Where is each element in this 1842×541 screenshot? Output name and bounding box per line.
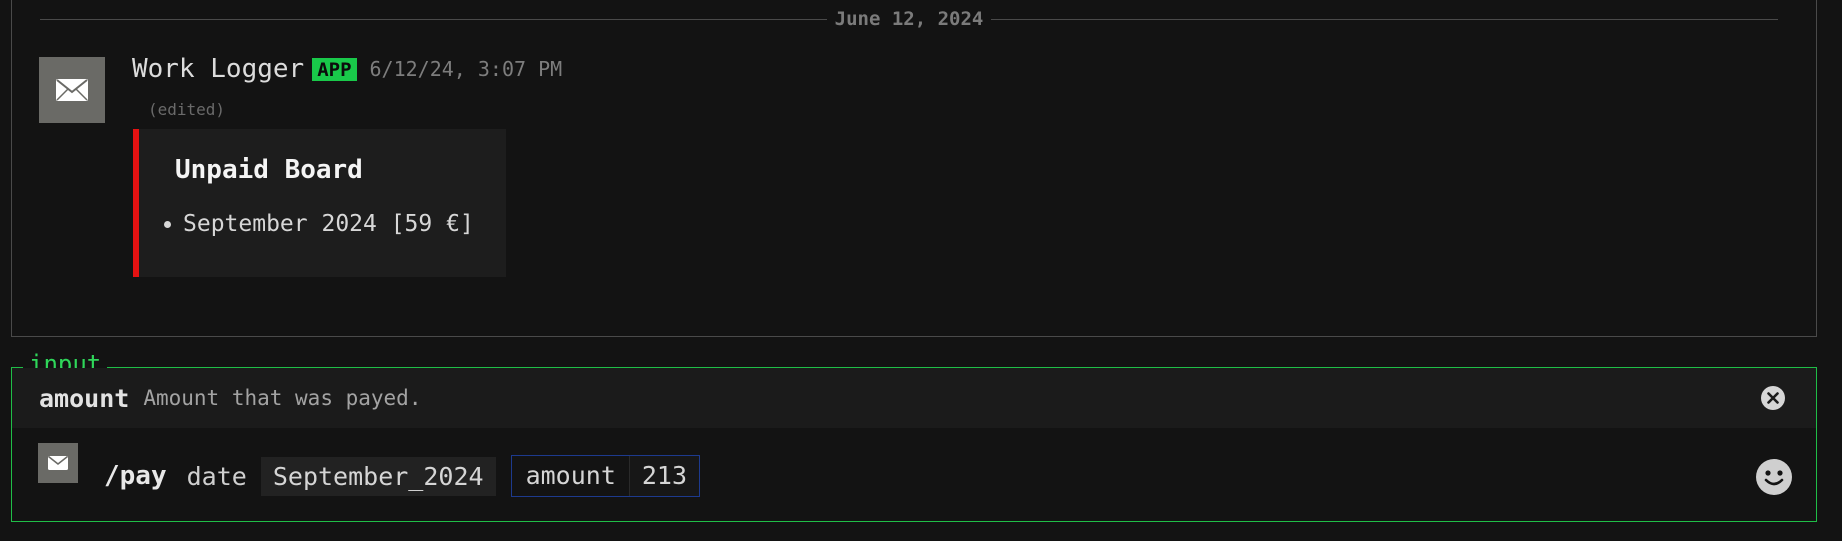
option-hint-bar: amount Amount that was payed. bbox=[12, 368, 1816, 428]
slash-command-input[interactable]: /pay date September_2024 amount 213 bbox=[104, 455, 701, 497]
bullet-icon bbox=[164, 220, 171, 228]
author-avatar[interactable] bbox=[39, 57, 105, 123]
author-name[interactable]: Work Logger bbox=[132, 54, 304, 84]
embed-list-item: September 2024 [59 €] bbox=[164, 211, 474, 237]
embed-list-item-text: September 2024 [59 €] bbox=[183, 211, 474, 237]
option-amount-value[interactable]: 213 bbox=[629, 456, 700, 496]
message-embed: Unpaid Board September 2024 [59 €] bbox=[133, 129, 506, 277]
option-amount-field[interactable]: amount 213 bbox=[510, 455, 701, 497]
hint-option-description: Amount that was payed. bbox=[143, 386, 422, 410]
option-date-value[interactable]: September_2024 bbox=[260, 456, 496, 496]
divider-date: June 12, 2024 bbox=[834, 8, 984, 30]
divider-line-left bbox=[40, 18, 827, 20]
hint-option-name: amount bbox=[39, 383, 130, 413]
app-badge: APP bbox=[312, 57, 357, 81]
option-amount-label[interactable]: amount bbox=[512, 456, 630, 496]
command-row: /pay date September_2024 amount 213 bbox=[12, 428, 1816, 522]
divider-line-right bbox=[991, 18, 1778, 20]
input-box[interactable]: input amount Amount that was payed. /pay… bbox=[11, 348, 1817, 522]
message-list: June 12, 2024 Work Logger APP 6/12/24, 3… bbox=[11, 0, 1817, 337]
envelope-icon bbox=[48, 455, 68, 470]
command-name: /pay bbox=[104, 461, 167, 491]
date-divider: June 12, 2024 bbox=[40, 6, 1778, 32]
close-circle-icon[interactable] bbox=[1760, 385, 1786, 411]
option-date-label[interactable]: date bbox=[187, 462, 247, 491]
edited-label: (edited) bbox=[148, 100, 226, 119]
message-header: Work Logger APP 6/12/24, 3:07 PM bbox=[132, 54, 562, 84]
command-app-avatar bbox=[38, 443, 78, 483]
smiley-icon[interactable] bbox=[1755, 458, 1793, 496]
message-timestamp: 6/12/24, 3:07 PM bbox=[369, 57, 563, 81]
envelope-icon bbox=[56, 79, 88, 101]
embed-title: Unpaid Board bbox=[175, 155, 363, 185]
